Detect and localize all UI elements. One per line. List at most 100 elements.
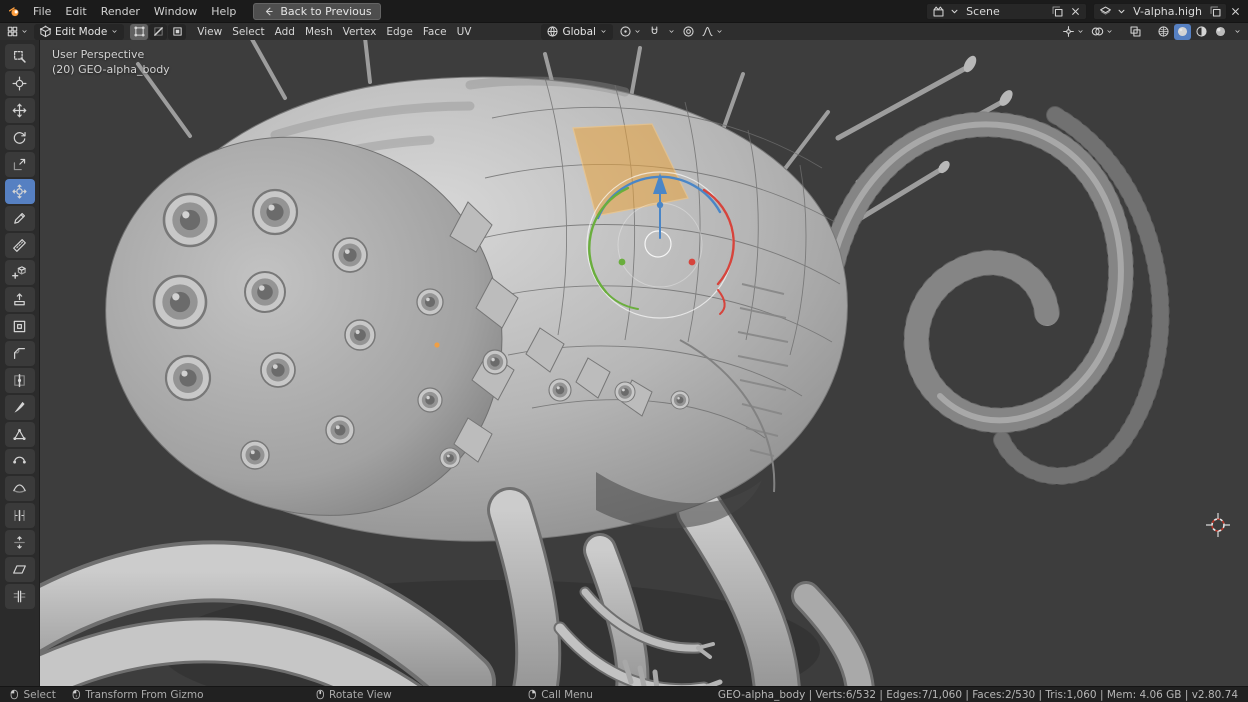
scene-selector[interactable]: Scene — [926, 3, 1087, 20]
tool-select-box[interactable] — [5, 44, 35, 69]
snap-toggle-button[interactable] — [646, 24, 663, 40]
shading-settings-button[interactable] — [1231, 24, 1244, 40]
tool-scale[interactable] — [5, 152, 35, 177]
menu-window[interactable]: Window — [147, 4, 204, 19]
shrinkfatten-icon — [12, 535, 27, 550]
scene-name-label[interactable]: Scene — [963, 5, 1047, 18]
new-scene-icon[interactable] — [1049, 4, 1065, 19]
view-layer-selector[interactable]: V-alpha.high — [1093, 3, 1227, 20]
orientation-globe-icon — [546, 25, 559, 38]
shading-material-preview-button[interactable] — [1193, 24, 1210, 40]
gizmo-z-handle[interactable] — [657, 202, 663, 208]
shading-wireframe-button[interactable] — [1155, 24, 1172, 40]
menu-edge[interactable]: Edge — [381, 26, 417, 38]
shading-solid-button[interactable] — [1174, 24, 1191, 40]
statusbar: SelectTransform From GizmoRotate ViewCal… — [0, 686, 1248, 702]
tool-annotate[interactable] — [5, 206, 35, 231]
tool-extrude-region[interactable] — [5, 287, 35, 312]
new-view-layer-icon[interactable] — [1207, 4, 1223, 19]
topbar-menus: FileEditRenderWindowHelp — [26, 4, 243, 19]
tool-rip-region[interactable] — [5, 584, 35, 609]
tool-knife[interactable] — [5, 395, 35, 420]
show-overlays-button[interactable] — [1089, 24, 1116, 40]
menu-add[interactable]: Add — [270, 26, 300, 38]
ballsolid-icon — [1176, 25, 1189, 38]
face-select-mode-button[interactable] — [168, 24, 186, 40]
menu-render[interactable]: Render — [94, 4, 147, 19]
menu-help[interactable]: Help — [204, 4, 243, 19]
menu-uv[interactable]: UV — [452, 26, 477, 38]
shading-rendered-button[interactable] — [1212, 24, 1229, 40]
proportional-editing-toggle-button[interactable] — [680, 24, 697, 40]
menu-file[interactable]: File — [26, 4, 58, 19]
menu-edit[interactable]: Edit — [58, 4, 93, 19]
mouse-left-drag-icon — [72, 689, 81, 700]
overlays-icon — [1091, 25, 1104, 38]
viewport-3d[interactable]: User Perspective (20) GEO-alpha_body — [40, 40, 1248, 686]
polybuild-icon — [12, 427, 27, 442]
menu-mesh[interactable]: Mesh — [300, 26, 338, 38]
vertex-select-mode-button[interactable] — [130, 24, 148, 40]
tool-edge-slide[interactable] — [5, 503, 35, 528]
shear-icon — [12, 562, 27, 577]
menu-vertex[interactable]: Vertex — [338, 26, 382, 38]
viewport-canvas[interactable] — [40, 40, 1248, 686]
tool-transform[interactable] — [5, 179, 35, 204]
header-center-buttons — [617, 24, 726, 40]
proportional-falloff-button[interactable] — [699, 24, 726, 40]
menu-select[interactable]: Select — [227, 26, 269, 38]
tool-rotate[interactable] — [5, 125, 35, 150]
mouse-middle-icon — [316, 689, 325, 700]
unlink-scene-icon[interactable] — [1067, 4, 1083, 19]
chev-icon — [20, 27, 29, 36]
tool-cursor[interactable] — [5, 71, 35, 96]
transform-pivot-point-button[interactable] — [617, 24, 644, 40]
tool-move[interactable] — [5, 98, 35, 123]
editor-type-dropdown[interactable] — [4, 24, 31, 40]
menu-view[interactable]: View — [192, 26, 227, 38]
tool-poly-build[interactable] — [5, 422, 35, 447]
tool-shear[interactable] — [5, 557, 35, 582]
tool-add-cube[interactable] — [5, 260, 35, 285]
move-icon — [12, 103, 27, 118]
orientation-label: Global — [562, 26, 596, 38]
bevel-icon — [12, 346, 27, 361]
tool-spin[interactable] — [5, 449, 35, 474]
tool-shrink-fatten[interactable] — [5, 530, 35, 555]
chevron-down-icon — [110, 27, 119, 36]
editmode-icon — [39, 25, 52, 38]
scene-icon — [930, 4, 946, 19]
view-layer-name-label[interactable]: V-alpha.high — [1130, 5, 1205, 18]
back-to-previous-button[interactable]: Back to Previous — [253, 3, 380, 20]
mode-dropdown[interactable]: Edit Mode — [34, 24, 124, 40]
edge-select-mode-button[interactable] — [149, 24, 167, 40]
scale-icon — [12, 157, 27, 172]
tool-loop-cut[interactable] — [5, 368, 35, 393]
show-gizmos-button[interactable] — [1060, 24, 1087, 40]
blender-logo-icon[interactable] — [5, 4, 23, 19]
viewport-header: Edit Mode ViewSelectAddMeshVertexEdgeFac… — [0, 22, 1248, 40]
orientation-dropdown[interactable]: Global — [541, 24, 613, 40]
tool-smooth[interactable] — [5, 476, 35, 501]
knife-icon — [12, 400, 27, 415]
menu-face[interactable]: Face — [418, 26, 452, 38]
tool-bevel[interactable] — [5, 341, 35, 366]
facemode-icon — [171, 25, 184, 38]
chev-icon — [1105, 27, 1114, 36]
gizmo-x-handle[interactable] — [689, 259, 696, 266]
tool-inset-faces[interactable] — [5, 314, 35, 339]
chev-icon — [1115, 5, 1128, 18]
status-hint-transform-from-gizmo: Transform From Gizmo — [72, 689, 204, 701]
cursor-icon — [12, 76, 27, 91]
gizmo-y-handle[interactable] — [619, 259, 626, 266]
chevron-down-icon[interactable] — [948, 5, 961, 18]
toggle-xray-button[interactable] — [1127, 24, 1144, 40]
snap-settings-button[interactable] — [665, 24, 678, 40]
chevron-down-icon[interactable] — [1115, 5, 1128, 18]
active-object-label: (20) GEO-alpha_body — [52, 62, 170, 77]
tool-measure[interactable] — [5, 233, 35, 258]
header-menus: ViewSelectAddMeshVertexEdgeFaceUV — [192, 26, 476, 38]
remove-view-layer-icon[interactable] — [1227, 4, 1243, 19]
chev-icon — [1076, 27, 1085, 36]
smooth-icon — [12, 481, 27, 496]
